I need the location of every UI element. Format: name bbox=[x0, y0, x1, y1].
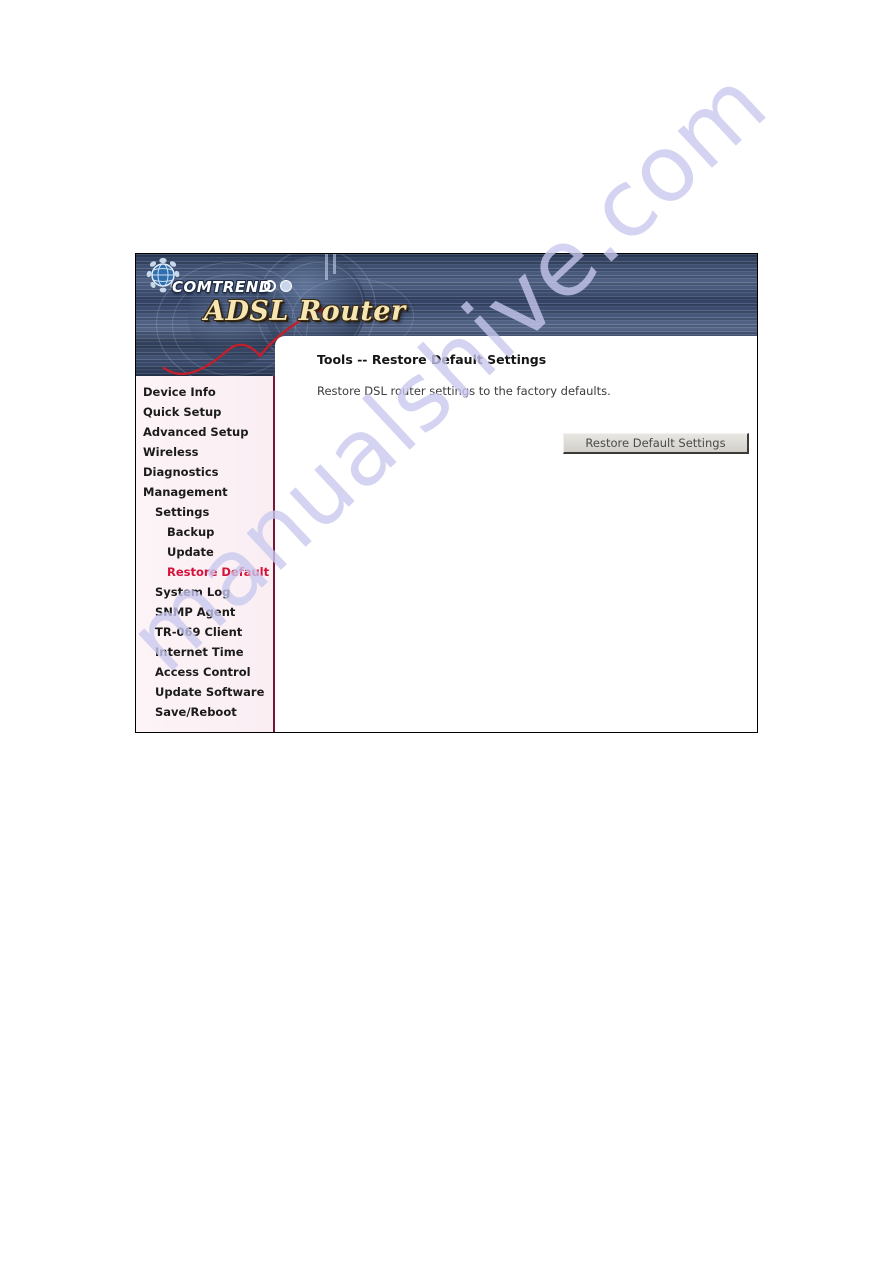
sidebar-item-backup[interactable]: Backup bbox=[136, 522, 273, 542]
sidebar-item-wireless[interactable]: Wireless bbox=[136, 442, 273, 462]
sidebar-item-snmp-agent[interactable]: SNMP Agent bbox=[136, 602, 273, 622]
filled-circle-icon bbox=[280, 280, 292, 292]
page-title: Tools -- Restore Default Settings bbox=[317, 352, 547, 367]
sidebar-item-advanced-setup[interactable]: Advanced Setup bbox=[136, 422, 273, 442]
router-admin-window: COMTREND ADSL Router Tools -- Restore De… bbox=[135, 253, 758, 733]
content-panel: Tools -- Restore Default Settings Restor… bbox=[275, 336, 757, 732]
page-description: Restore DSL router settings to the facto… bbox=[317, 384, 611, 398]
sidebar-item-diagnostics[interactable]: Diagnostics bbox=[136, 462, 273, 482]
sidebar-item-system-log[interactable]: System Log bbox=[136, 582, 273, 602]
sidebar-item-management[interactable]: Management bbox=[136, 482, 273, 502]
banner-antenna-1 bbox=[325, 254, 328, 280]
hollow-circle-icon bbox=[264, 280, 276, 292]
restore-default-settings-button[interactable]: Restore Default Settings bbox=[563, 433, 749, 454]
sidebar-item-settings[interactable]: Settings bbox=[136, 502, 273, 522]
brand-wordmark: COMTREND bbox=[172, 278, 272, 296]
sidebar-item-internet-time[interactable]: Internet Time bbox=[136, 642, 273, 662]
sidebar-item-restore-default[interactable]: Restore Default bbox=[136, 562, 273, 582]
sidebar-item-update-software[interactable]: Update Software bbox=[136, 682, 273, 702]
sidebar-item-quick-setup[interactable]: Quick Setup bbox=[136, 402, 273, 422]
sidebar-nav: Device Info Quick Setup Advanced Setup Wire… bbox=[136, 376, 275, 732]
sidebar-item-device-info[interactable]: Device Info bbox=[136, 382, 273, 402]
sidebar-item-access-control[interactable]: Access Control bbox=[136, 662, 273, 682]
sidebar-item-save-reboot[interactable]: Save/Reboot bbox=[136, 702, 273, 722]
product-title: ADSL Router bbox=[204, 296, 406, 327]
sidebar-item-update[interactable]: Update bbox=[136, 542, 273, 562]
sidebar-item-tr-069-client[interactable]: TR-069 Client bbox=[136, 622, 273, 642]
brand-dots bbox=[264, 280, 292, 292]
banner-antenna-2 bbox=[333, 254, 336, 274]
